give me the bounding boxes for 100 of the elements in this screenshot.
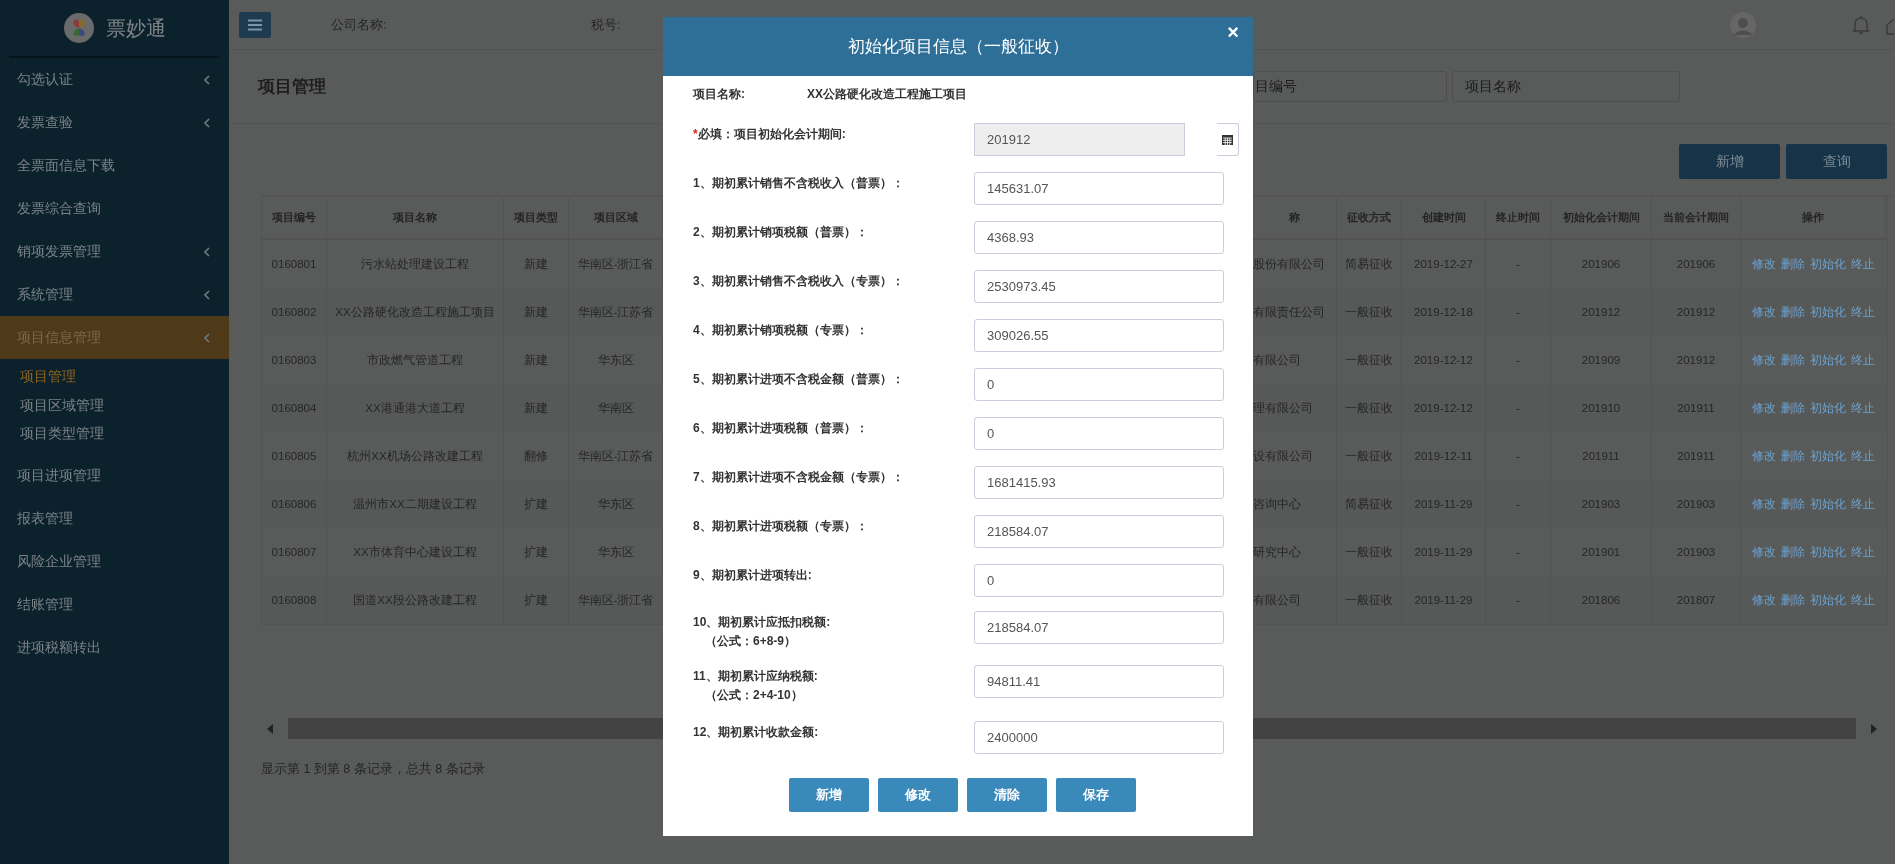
sidebar-item[interactable]: 进项税额转出 bbox=[0, 626, 229, 670]
action-link[interactable]: 初始化 bbox=[1810, 352, 1846, 368]
action-link[interactable]: 修改 bbox=[1752, 544, 1776, 560]
input-field[interactable]: 94811.41 bbox=[974, 665, 1224, 698]
action-link[interactable]: 删除 bbox=[1781, 352, 1805, 368]
input-field[interactable]: 218584.07 bbox=[974, 515, 1224, 548]
action-link[interactable]: 终止 bbox=[1851, 304, 1875, 320]
add-button[interactable]: 新增 bbox=[1679, 144, 1780, 179]
field-label: 8、期初累计进项税额（专票）： bbox=[693, 518, 869, 535]
logo-icon bbox=[63, 13, 94, 43]
action-link[interactable]: 初始化 bbox=[1810, 400, 1846, 416]
sidebar-item[interactable]: 报表管理 bbox=[0, 497, 229, 541]
action-link[interactable]: 终止 bbox=[1851, 448, 1875, 464]
field-label: 6、期初累计进项税额（普票）： bbox=[693, 420, 869, 437]
action-link[interactable]: 初始化 bbox=[1810, 592, 1846, 608]
dialog-button[interactable]: 修改 bbox=[878, 778, 958, 812]
formula-text: （公式：6+8-9） bbox=[704, 633, 798, 650]
action-link[interactable]: 初始化 bbox=[1810, 304, 1846, 320]
action-link[interactable]: 终止 bbox=[1851, 496, 1875, 512]
action-link[interactable]: 修改 bbox=[1752, 352, 1776, 368]
action-link[interactable]: 终止 bbox=[1851, 256, 1875, 272]
action-link[interactable]: 删除 bbox=[1781, 400, 1805, 416]
sidebar-item[interactable]: 系统管理 bbox=[0, 273, 229, 316]
field-label: 项目名称: bbox=[693, 86, 745, 103]
action-link[interactable]: 删除 bbox=[1781, 496, 1805, 512]
action-link[interactable]: 初始化 bbox=[1810, 448, 1846, 464]
sidebar-item[interactable]: 全票面信息下载 bbox=[0, 144, 229, 187]
dialog-button[interactable]: 清除 bbox=[967, 778, 1047, 812]
input-field[interactable]: 1681415.93 bbox=[974, 466, 1224, 499]
action-link[interactable]: 删除 bbox=[1781, 448, 1805, 464]
sidebar-item[interactable]: 销项发票管理 bbox=[0, 230, 229, 273]
action-link[interactable]: 终止 bbox=[1851, 544, 1875, 560]
action-link[interactable]: 修改 bbox=[1752, 448, 1776, 464]
dialog-button[interactable]: 新增 bbox=[789, 778, 869, 812]
action-link[interactable]: 删除 bbox=[1781, 304, 1805, 320]
action-link[interactable]: 终止 bbox=[1851, 400, 1875, 416]
sidebar-item[interactable]: 项目进项管理 bbox=[0, 454, 229, 498]
field-label: 11、期初累计应纳税额: bbox=[693, 668, 819, 685]
formula-text: （公式：2+4-10） bbox=[704, 687, 804, 704]
calendar-button[interactable] bbox=[1217, 123, 1239, 156]
logo-text: 票妙通 bbox=[105, 15, 166, 41]
sidebar-item[interactable]: 勾选认证 bbox=[0, 58, 229, 101]
input-field[interactable]: 0 bbox=[974, 564, 1224, 597]
input-field[interactable]: 2530973.45 bbox=[974, 270, 1224, 303]
sidebar-item[interactable]: 风险企业管理 bbox=[0, 540, 229, 584]
action-link[interactable]: 删除 bbox=[1781, 592, 1805, 608]
page-title: 项目管理 bbox=[258, 76, 326, 98]
sidebar-item[interactable]: 结账管理 bbox=[0, 583, 229, 627]
input-field[interactable]: 2400000 bbox=[974, 721, 1224, 754]
avatar-icon[interactable] bbox=[1730, 11, 1756, 38]
action-link[interactable]: 删除 bbox=[1781, 544, 1805, 560]
input-field[interactable]: 218584.07 bbox=[974, 611, 1224, 644]
field-label: 2、期初累计销项税额（普票）： bbox=[693, 224, 869, 241]
scroll-right-icon[interactable] bbox=[1871, 723, 1877, 734]
action-link[interactable]: 修改 bbox=[1752, 496, 1776, 512]
action-link[interactable]: 终止 bbox=[1851, 352, 1875, 368]
action-link[interactable]: 初始化 bbox=[1810, 544, 1846, 560]
dialog-button[interactable]: 保存 bbox=[1056, 778, 1136, 812]
action-link[interactable]: 修改 bbox=[1752, 304, 1776, 320]
field-label: 1、期初累计销售不含税收入（普票）： bbox=[693, 175, 905, 192]
sidebar-subitem[interactable]: 项目管理 bbox=[0, 363, 76, 392]
close-button[interactable]: × bbox=[1225, 21, 1241, 44]
field-label: 10、期初累计应抵扣税额: bbox=[693, 614, 832, 631]
field-label: 5、期初累计进项不含税金额（普票）： bbox=[693, 371, 905, 388]
input-field[interactable]: 0 bbox=[974, 417, 1224, 450]
sidebar-subitem[interactable]: 项目区域管理 bbox=[0, 391, 104, 420]
menu-button[interactable] bbox=[239, 11, 271, 38]
scroll-left-icon[interactable] bbox=[267, 723, 273, 734]
field-label: 4、期初累计销项税额（专票）： bbox=[693, 322, 869, 339]
input-field[interactable]: 145631.07 bbox=[974, 172, 1224, 205]
search-field[interactable]: 目编号 bbox=[1253, 71, 1447, 102]
input-field[interactable]: 4368.93 bbox=[974, 221, 1224, 254]
table-cell: - bbox=[1486, 480, 1551, 528]
field-label: 9、期初累计进项转出: bbox=[693, 567, 813, 584]
required-label: *必填：项目初始化会计期间: bbox=[693, 126, 847, 143]
sidebar-item[interactable]: 发票查验 bbox=[0, 101, 229, 144]
bell-icon[interactable] bbox=[1852, 14, 1870, 35]
input-field[interactable]: 0 bbox=[974, 368, 1224, 401]
action-link[interactable]: 初始化 bbox=[1810, 256, 1846, 272]
table-cell: - bbox=[1486, 288, 1551, 336]
action-link[interactable]: 修改 bbox=[1752, 592, 1776, 608]
action-link[interactable]: 删除 bbox=[1781, 256, 1805, 272]
query-button[interactable]: 查询 bbox=[1786, 144, 1887, 179]
field-label: 7、期初累计进项不含税金额（专票）： bbox=[693, 469, 905, 486]
field-label: 3、期初累计销售不含税收入（专票）： bbox=[693, 273, 905, 290]
action-link[interactable]: 修改 bbox=[1752, 400, 1776, 416]
menu-icon bbox=[248, 18, 262, 31]
sidebar-item[interactable]: 发票综合查询 bbox=[0, 187, 229, 230]
project-name: XX公路硬化改造工程施工项目 bbox=[807, 86, 967, 103]
action-link[interactable]: 终止 bbox=[1851, 592, 1875, 608]
action-link[interactable]: 修改 bbox=[1752, 256, 1776, 272]
search-field[interactable]: 项目名称 bbox=[1452, 71, 1680, 102]
action-link[interactable]: 初始化 bbox=[1810, 496, 1846, 512]
table-cell: - bbox=[1486, 576, 1551, 624]
sidebar-subitem[interactable]: 项目类型管理 bbox=[0, 420, 104, 449]
field-label: 12、期初累计收款金额: bbox=[693, 724, 820, 741]
input-field[interactable]: 309026.55 bbox=[974, 319, 1224, 352]
table-cell: - bbox=[1486, 384, 1551, 432]
dialog-title: 初始化项目信息（一般征收） bbox=[847, 36, 1069, 58]
calendar-icon bbox=[1222, 134, 1233, 145]
